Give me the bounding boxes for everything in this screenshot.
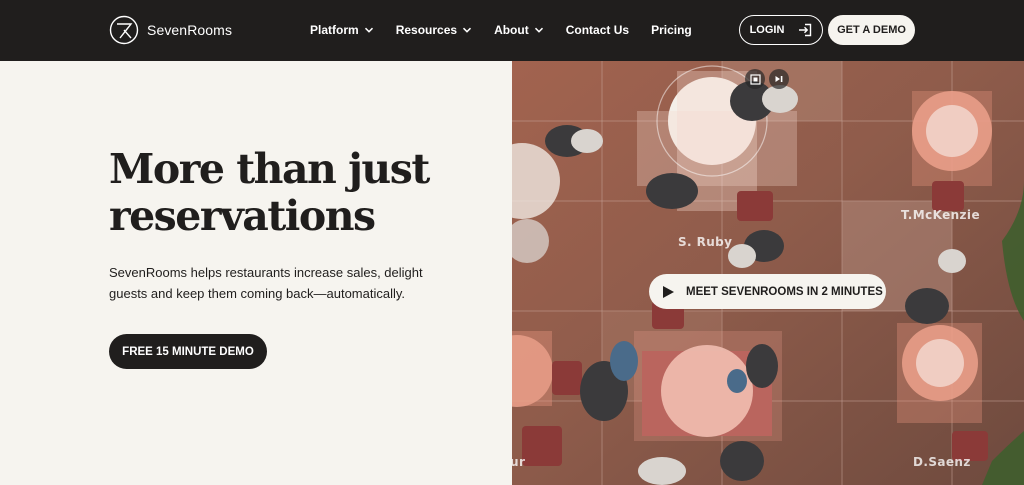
brand-name: SevenRooms [147,22,233,38]
host-name-label: D.Saenz [913,455,971,469]
login-icon [799,23,812,37]
nav-item-label: Contact Us [565,23,630,37]
hero-title: More than just reservations [109,146,499,240]
skip-forward-icon [775,76,783,82]
host-name-label: ur [512,455,526,469]
nav-item-label: About [494,23,529,37]
nav-item-label: Pricing [651,23,692,37]
nav-item-resources[interactable]: Resources [396,22,472,38]
get-a-demo-button[interactable]: GET A DEMO [828,15,915,45]
video-cta-label: MEET SEVENROOMS IN 2 MINUTES [686,285,883,298]
skip-forward-button[interactable] [769,69,789,89]
login-label: LOGIN [749,24,785,36]
hero-title-line: More than just [109,145,430,193]
sevenrooms-logo-icon [109,15,139,45]
picture-in-picture-button[interactable] [745,69,765,89]
meet-sevenrooms-video-button[interactable]: MEET SEVENROOMS IN 2 MINUTES [649,274,886,309]
host-name-label: T.McKenzie [901,208,980,222]
chevron-down-icon [364,27,373,33]
nav-item-contact-us[interactable]: Contact Us [566,22,629,38]
nav-item-pricing[interactable]: Pricing [651,22,692,38]
play-icon [663,285,674,298]
restaurant-overhead-image [512,61,1024,485]
brand-logo[interactable]: SevenRooms [109,15,232,45]
chevron-down-icon [534,27,543,33]
free-demo-button[interactable]: FREE 15 MINUTE DEMO [109,334,267,369]
chevron-down-icon [463,27,472,33]
top-navbar: SevenRooms Platform Resources About Cont… [0,0,1024,61]
login-button[interactable]: LOGIN [739,15,823,45]
host-name-label: S. Ruby [678,235,733,249]
hero-video[interactable]: S. Ruby T.McKenzie D.Saenz ur MEET SEVEN… [512,61,1024,485]
nav-item-label: Resources [395,23,458,37]
hero-title-line: reservations [109,192,376,240]
picture-in-picture-icon [749,73,761,85]
main-menu: Platform Resources About Contact Us Pric… [310,22,714,38]
hero-subtitle: SevenRooms helps restaurants increase sa… [109,265,423,301]
nav-item-platform[interactable]: Platform [310,22,374,38]
nav-item-about[interactable]: About [494,22,544,38]
nav-item-label: Platform [310,23,359,37]
